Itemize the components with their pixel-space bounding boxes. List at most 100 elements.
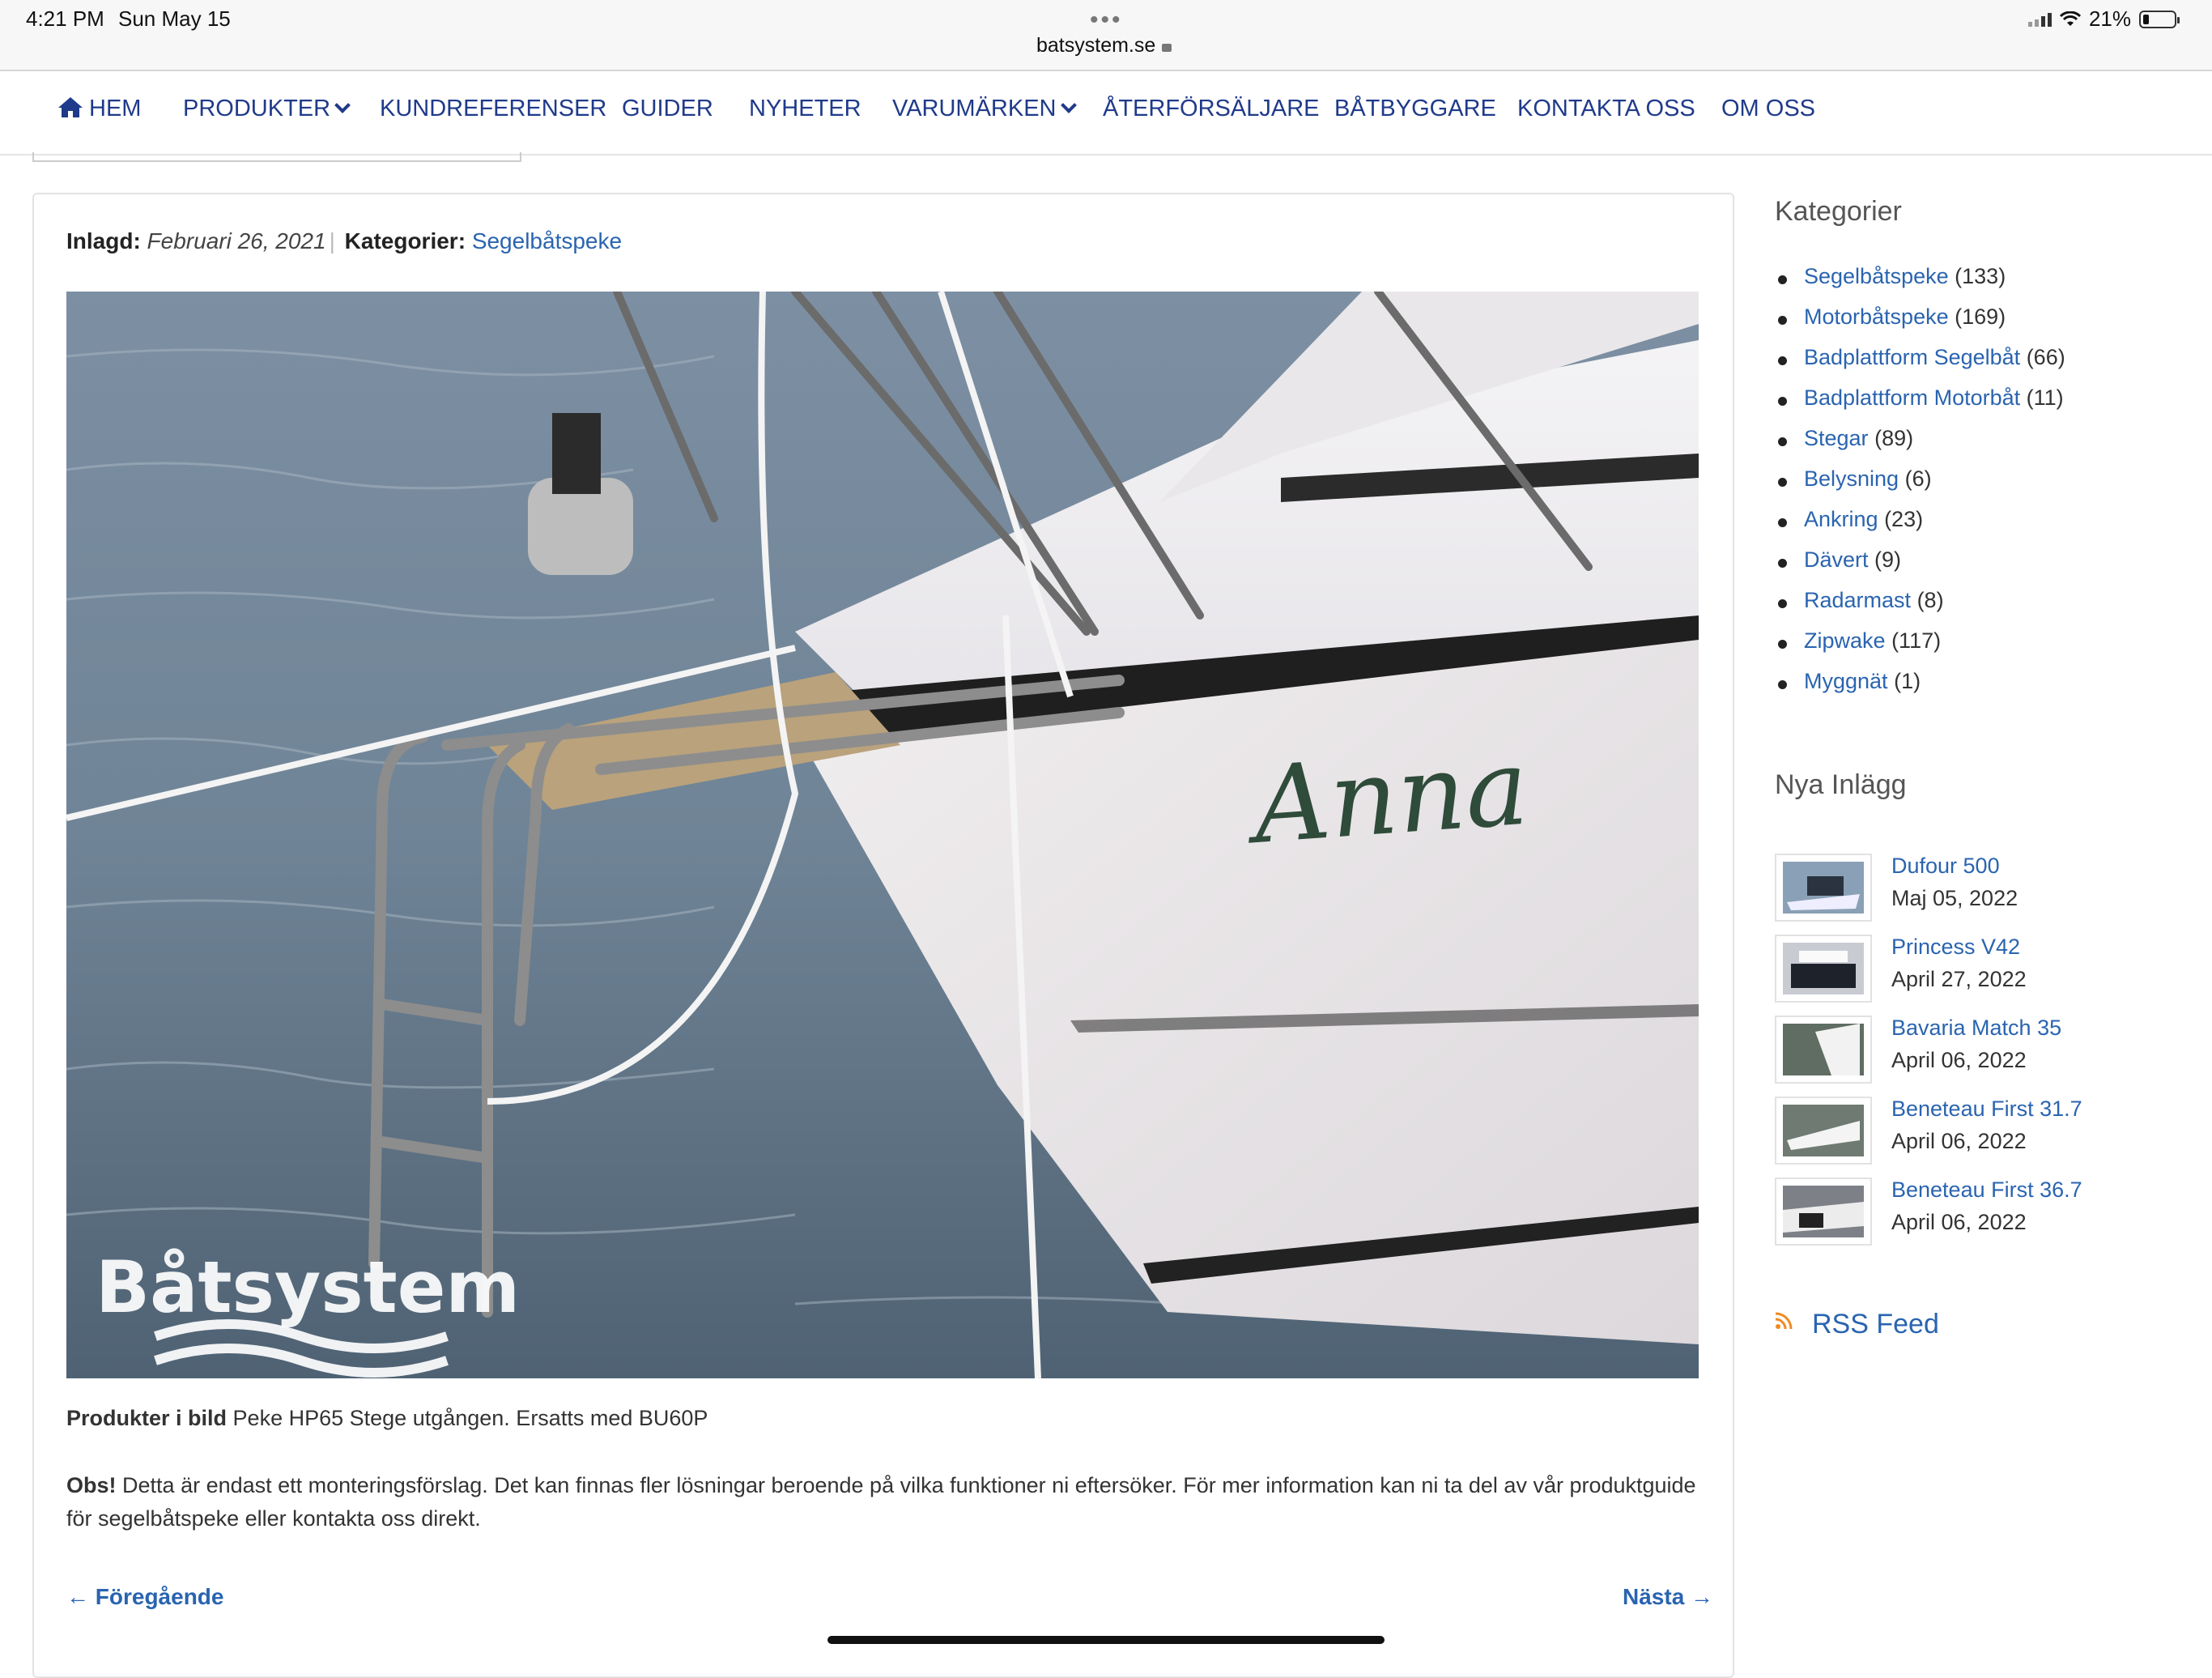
status-bar: 4:21 PM Sun May 15 ••• batsystem.se 21%	[0, 0, 2212, 71]
lock-icon	[1162, 44, 1172, 52]
post-thumbnail[interactable]	[1775, 1097, 1872, 1165]
post-title-link[interactable]: Beneteau First 31.7	[1891, 1097, 2082, 1122]
watermark-text: Båtsystem	[96, 1246, 520, 1329]
next-post-link[interactable]: Nästa →	[1623, 1584, 1713, 1610]
image-caption: Produkter i bild Peke HP65 Stege utgånge…	[66, 1406, 708, 1431]
list-item: Radarmast (8)	[1775, 588, 2065, 628]
category-link[interactable]: Belysning	[1804, 466, 1899, 491]
category-count: (133)	[1955, 264, 2006, 288]
category-link[interactable]: Badplattform Motorbåt	[1804, 385, 2020, 410]
list-item: Ankring (23)	[1775, 507, 2065, 547]
recent-post[interactable]: Princess V42 April 27, 2022	[1775, 935, 2180, 1016]
list-item: Myggnät (1)	[1775, 669, 2065, 709]
list-item: Stegar (89)	[1775, 426, 2065, 466]
list-item: Badplattform Motorbåt (11)	[1775, 385, 2065, 426]
categories-heading: Kategorier	[1775, 196, 1902, 227]
signal-icon	[2027, 12, 2052, 27]
category-count: (117)	[1891, 628, 1942, 653]
caption-text: Peke HP65 Stege utgången. Ersatts med BU…	[232, 1406, 708, 1430]
nav-nyheter[interactable]: NYHETER	[749, 96, 861, 122]
nav-kontakta-oss[interactable]: KONTAKTA OSS	[1517, 96, 1695, 122]
battery-percent: 21%	[2088, 6, 2131, 31]
category-count: (66)	[2026, 345, 2065, 369]
note-bold: Obs!	[66, 1473, 117, 1497]
category-count: (1)	[1894, 669, 1921, 693]
caption-bold: Produkter i bild	[66, 1406, 228, 1430]
recent-posts-heading: Nya Inlägg	[1775, 769, 1907, 800]
category-link[interactable]: Zipwake	[1804, 628, 1886, 653]
post-thumbnail[interactable]	[1775, 1178, 1872, 1246]
battery-icon	[2139, 10, 2180, 28]
note-text: Detta är endast ett monteringsförslag. D…	[66, 1473, 1696, 1531]
post-meta: Inlagd: Februari 26, 2021 | Kategorier: S…	[66, 228, 622, 254]
url-text: batsystem.se	[1036, 34, 1156, 57]
post-thumbnail[interactable]	[1775, 854, 1872, 922]
post-date: April 27, 2022	[1891, 967, 2027, 991]
nav-aterforsaljare[interactable]: ÅTERFÖRSÄLJARE	[1103, 96, 1320, 122]
post-date: Maj 05, 2022	[1891, 886, 2018, 910]
nav-varumarken[interactable]: VARUMÄRKEN	[892, 96, 1077, 122]
category-count: (169)	[1955, 305, 2006, 329]
status-date: Sun May 15	[118, 6, 231, 31]
list-item: Zipwake (117)	[1775, 628, 2065, 669]
category-link[interactable]: Stegar	[1804, 426, 1869, 450]
recent-post[interactable]: Beneteau First 36.7 April 06, 2022	[1775, 1178, 2180, 1258]
post-thumbnail[interactable]	[1775, 1016, 1872, 1084]
category-count: (8)	[1916, 588, 1944, 612]
meta-divider: |	[329, 228, 335, 253]
post-title-link[interactable]: Bavaria Match 35	[1891, 1016, 2061, 1041]
post-date: April 06, 2022	[1891, 1048, 2027, 1072]
wifi-icon	[2059, 11, 2081, 26]
categories-list: Segelbåtspeke (133) Motorbåtspeke (169) …	[1775, 264, 2065, 709]
nav-home-label: HEM	[89, 96, 142, 121]
home-indicator[interactable]	[827, 1636, 1385, 1644]
category-link[interactable]: Dävert	[1804, 547, 1869, 572]
nav-batbyggare[interactable]: BÅTBYGGARE	[1334, 96, 1496, 122]
category-link[interactable]: Ankring	[1804, 507, 1878, 531]
home-icon	[58, 97, 83, 117]
post-date: April 06, 2022	[1891, 1210, 2027, 1234]
category-count: (23)	[1884, 507, 1924, 531]
boat-name-text: Anna	[1242, 726, 1533, 868]
chevron-down-icon	[334, 97, 351, 113]
category-link[interactable]: Myggnät	[1804, 669, 1888, 693]
nav-guider[interactable]: GUIDER	[622, 96, 713, 122]
category-count: (11)	[2026, 385, 2064, 410]
recent-post[interactable]: Beneteau First 31.7 April 06, 2022	[1775, 1097, 2180, 1178]
category-link[interactable]: Segelbåtspeke	[472, 228, 622, 253]
category-label: Kategorier:	[344, 228, 466, 253]
nav-om-oss[interactable]: OM OSS	[1721, 96, 1815, 122]
list-item: Dävert (9)	[1775, 547, 2065, 588]
address-bar[interactable]: batsystem.se	[1036, 34, 1172, 57]
category-count: (6)	[1904, 466, 1932, 491]
rss-icon	[1775, 1312, 1793, 1330]
posted-label: Inlagd:	[66, 228, 141, 253]
nav-produkter[interactable]: PRODUKTER	[183, 96, 351, 122]
main-navigation: HEM PRODUKTER KUNDREFERENSER GUIDER NYHE…	[0, 71, 2212, 155]
status-right: 21%	[2027, 6, 2180, 32]
status-time: 4:21 PM	[26, 6, 104, 31]
recent-post[interactable]: Bavaria Match 35 April 06, 2022	[1775, 1016, 2180, 1097]
post-title-link[interactable]: Princess V42	[1891, 935, 2020, 960]
post-title-link[interactable]: Dufour 500	[1891, 854, 2000, 879]
post-title-link[interactable]: Beneteau First 36.7	[1891, 1178, 2082, 1203]
nav-kundreferenser[interactable]: KUNDREFERENSER	[380, 96, 606, 122]
list-item: Motorbåtspeke (169)	[1775, 305, 2065, 345]
chevron-down-icon	[1060, 97, 1077, 113]
list-item: Badplattform Segelbåt (66)	[1775, 345, 2065, 385]
category-link[interactable]: Segelbåtspeke	[1804, 264, 1949, 288]
previous-post-link[interactable]: ← Föregående	[66, 1584, 223, 1610]
article-note: Obs! Detta är endast ett monteringsförsl…	[66, 1469, 1702, 1535]
search-box-edge	[32, 152, 521, 162]
rss-label: RSS Feed	[1812, 1309, 1939, 1339]
category-count: (89)	[1874, 426, 1914, 450]
nav-home[interactable]: HEM	[57, 96, 141, 122]
category-link[interactable]: Radarmast	[1804, 588, 1911, 612]
article-image[interactable]: Anna Båtsystem	[66, 292, 1699, 1378]
recent-post[interactable]: Dufour 500 Maj 05, 2022	[1775, 854, 2180, 935]
multitasking-dots-icon[interactable]: •••	[1090, 6, 1123, 34]
category-link[interactable]: Motorbåtspeke	[1804, 305, 1949, 329]
post-thumbnail[interactable]	[1775, 935, 1872, 1003]
category-link[interactable]: Badplattform Segelbåt	[1804, 345, 2020, 369]
posted-date: Februari 26, 2021	[147, 228, 326, 253]
